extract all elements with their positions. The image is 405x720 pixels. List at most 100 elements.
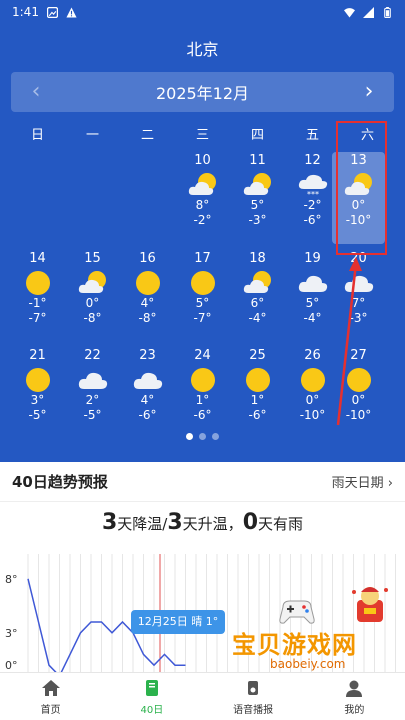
mascot-decoration xyxy=(352,587,388,622)
calendar-day[interactable]: 25 1° -6° xyxy=(231,347,284,439)
battery-icon xyxy=(384,6,391,18)
rain-days-link[interactable]: 雨天日期 › xyxy=(332,472,393,491)
day-low-temp: -5° xyxy=(28,408,47,422)
day-high-temp: 4° xyxy=(140,296,155,310)
weekday-thu: 四 xyxy=(250,128,264,143)
rain-days-text: 天有雨 xyxy=(258,515,304,533)
wifi-icon xyxy=(344,7,355,17)
calendar-day[interactable]: 11 5° -3° xyxy=(231,152,284,244)
nav-profile-label: 我的 xyxy=(344,705,365,716)
day-high-temp: 5° xyxy=(195,296,210,310)
trend-card-header: 40日趋势预报 雨天日期 › xyxy=(0,462,405,502)
sun-icon xyxy=(188,270,218,296)
weekday-wed: 三 xyxy=(195,128,209,143)
month-selector: ‹ 2025年12月 › xyxy=(11,72,394,112)
status-bar: 1:41 xyxy=(0,0,405,24)
day-high-temp: 3° xyxy=(30,393,45,407)
day-number: 21 xyxy=(29,348,46,363)
gallery-icon xyxy=(46,6,58,18)
weekday-sun: 日 xyxy=(30,128,44,143)
calendar-day[interactable]: 17 5° -7° xyxy=(176,250,229,342)
nav-voice-label: 语音播报 xyxy=(233,705,274,716)
day-number: 24 xyxy=(194,348,211,363)
watermark-name: 宝贝游戏网 xyxy=(232,631,357,659)
page-dot-2 xyxy=(199,433,206,440)
home-icon xyxy=(41,680,60,696)
y-tick-label: 8° xyxy=(5,573,18,586)
svg-text:***: *** xyxy=(307,190,319,198)
highlight-annotation xyxy=(336,121,387,255)
page-dot-3 xyxy=(212,433,219,440)
weather-header: 1:41 北京 ‹ 2025年12月 › 日 一 二 三 四 五 六 10 8° -… xyxy=(0,0,405,462)
day-low-temp: -6° xyxy=(138,408,157,422)
gamepad-icon xyxy=(279,600,315,624)
day-number: 14 xyxy=(29,251,46,266)
warm-days-count: 3 xyxy=(167,510,183,535)
day-high-temp: -1° xyxy=(28,296,47,310)
rain-days-count: 0 xyxy=(242,510,258,535)
day-low-temp: -6° xyxy=(248,408,267,422)
y-tick-label: 3° xyxy=(5,627,18,640)
nav-home[interactable]: 首页 xyxy=(0,673,101,720)
warm-days-text: 天升温， xyxy=(182,515,243,533)
day-high-temp: 0° xyxy=(85,296,100,310)
annotation-arrow xyxy=(336,257,362,426)
nav-home-label: 首页 xyxy=(40,705,61,716)
sun-icon xyxy=(133,270,163,296)
calendar-day[interactable]: 24 1° -6° xyxy=(176,347,229,439)
cloud-icon xyxy=(78,367,108,393)
next-month-button[interactable]: › xyxy=(344,72,394,112)
y-tick-label: 0° xyxy=(5,659,18,672)
day-number: 18 xyxy=(249,251,266,266)
day-number: 25 xyxy=(249,348,266,363)
partly-cloudy-icon xyxy=(243,270,273,296)
sun-icon xyxy=(243,367,273,393)
day-high-temp: 2° xyxy=(85,393,100,407)
weekday-tue: 二 xyxy=(140,128,154,143)
day-number: 22 xyxy=(84,348,101,363)
nav-voice[interactable]: 语音播报 xyxy=(203,673,304,720)
day-high-temp: 1° xyxy=(250,393,265,407)
sun-icon xyxy=(23,367,53,393)
calendar-day[interactable]: 14 -1° -7° xyxy=(11,250,64,342)
calendar-day[interactable]: 21 3° -5° xyxy=(11,347,64,439)
calendar-book-icon xyxy=(145,680,158,696)
sun-icon xyxy=(298,367,328,393)
trend-title: 40日趋势预报 xyxy=(12,473,108,491)
day-number: 11 xyxy=(249,153,266,168)
status-time: 1:41 xyxy=(12,5,39,19)
nav-profile[interactable]: 我的 xyxy=(304,673,405,720)
day-low-temp: -5° xyxy=(83,408,102,422)
month-title: 2025年12月 xyxy=(155,84,250,103)
warning-icon xyxy=(66,7,77,17)
day-low-temp: -7° xyxy=(193,311,212,325)
user-icon xyxy=(346,680,363,697)
day-high-temp: 6° xyxy=(250,296,265,310)
page-dot-1 xyxy=(186,433,193,440)
day-low-temp: -2° xyxy=(193,213,212,227)
calendar-day[interactable]: 16 4° -8° xyxy=(121,250,174,342)
calendar-day[interactable]: 18 6° -4° xyxy=(231,250,284,342)
calendar-day[interactable]: 22 2° -5° xyxy=(66,347,119,439)
partly-cloudy-icon xyxy=(78,270,108,296)
snow-icon: *** xyxy=(298,172,328,199)
day-high-temp: 5° xyxy=(250,198,265,212)
nav-40day-label: 40日 xyxy=(140,705,164,716)
day-low-temp: -4° xyxy=(248,311,267,325)
day-low-temp: -8° xyxy=(138,311,157,325)
cool-days-count: 3 xyxy=(101,510,118,535)
cool-days-text: 天降温/ xyxy=(117,515,168,533)
day-number: 16 xyxy=(139,251,156,266)
partly-cloudy-icon xyxy=(188,172,218,198)
day-low-temp: -3° xyxy=(248,213,267,227)
city-title: 北京 xyxy=(186,40,219,59)
calendar-day[interactable]: 23 4° -6° xyxy=(121,347,174,439)
calendar-day[interactable]: 10 8° -2° xyxy=(176,152,229,244)
day-low-temp: -6° xyxy=(193,408,212,422)
watermark-url: baobeiy.com xyxy=(270,657,346,671)
day-low-temp: -8° xyxy=(83,311,102,325)
nav-40day[interactable]: 40日 xyxy=(101,673,202,720)
trend-summary: 3天降温/3天升温，0天有雨 xyxy=(0,510,405,535)
calendar-day[interactable]: 15 0° -8° xyxy=(66,250,119,342)
prev-month-button[interactable]: ‹ xyxy=(11,72,61,112)
